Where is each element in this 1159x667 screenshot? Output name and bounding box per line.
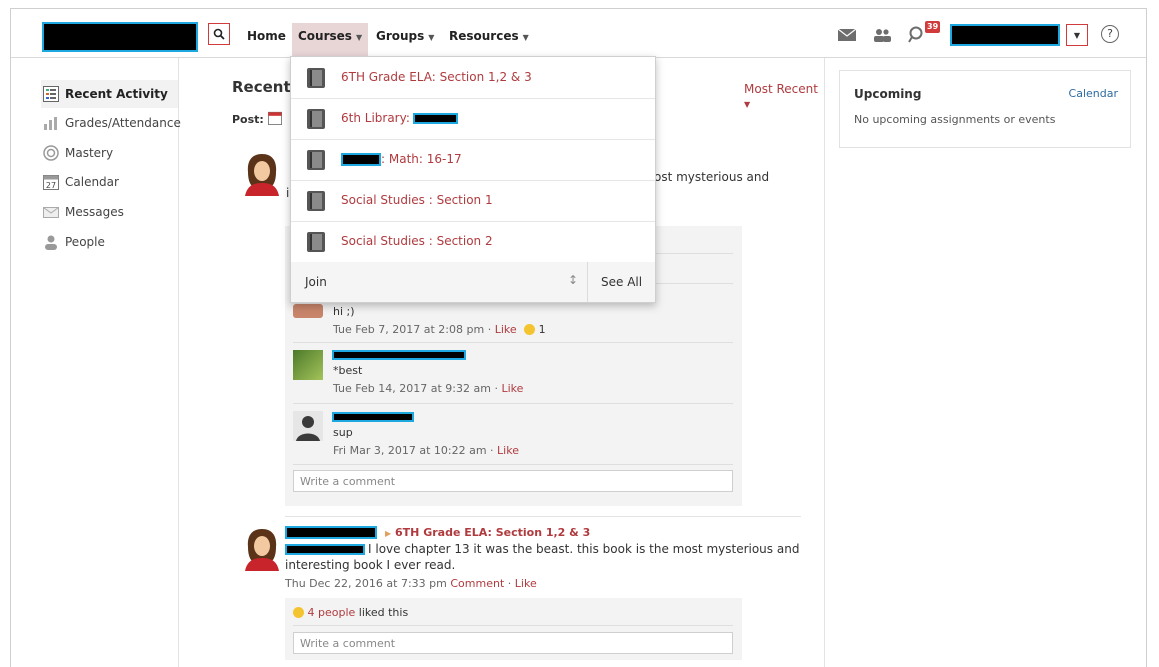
commenter-avatar[interactable] [293,304,323,318]
comment-item: sup Fri Mar 3, 2017 at 10:22 am · Like [293,409,733,459]
course-item[interactable]: 6TH Grade ELA: Section 1,2 & 3 [291,57,655,99]
upcoming-panel: Upcoming Calendar No upcoming assignment… [839,70,1131,148]
like-link[interactable]: Like [501,382,523,395]
messages-icon [43,207,59,218]
post-meta: Thu Dec 22, 2016 at 7:33 pm Comment · Li… [285,577,537,590]
nav-home[interactable]: Home [247,23,286,57]
sidebar-item-recent-activity[interactable]: Recent Activity [41,80,178,108]
user-avatar[interactable] [239,525,285,571]
course-item[interactable]: : Math: 16-17 [291,139,655,181]
search-icon [213,28,225,40]
comment-item: *best Tue Feb 14, 2017 at 9:32 am · Like [293,348,733,398]
course-link[interactable]: 6TH Grade ELA: Section 1,2 & 3 [395,526,590,539]
mastery-icon [43,145,59,161]
sidebar-item-grades-attendance[interactable]: Grades/Attendance [43,109,181,137]
likers-link[interactable]: 4 people [308,606,356,619]
chevron-down-icon: ▼ [355,33,363,42]
commenter-avatar[interactable] [293,350,323,380]
course-item[interactable]: Social Studies : Section 1 [291,180,655,222]
grades-icon [44,117,57,130]
comments-panel: 4 people liked this Write a comment [285,598,742,660]
help-icon[interactable]: ? [1101,25,1119,43]
comment-input[interactable]: Write a comment [293,470,733,492]
school-logo[interactable] [42,22,198,52]
smiley-icon [524,324,536,335]
chevron-down-icon: ▼ [1073,30,1081,40]
post-text: ost mysterious and [654,170,770,184]
like-link[interactable]: Like [497,444,519,457]
chevron-down-icon: ▼ [744,100,751,109]
sidebar-item-people[interactable]: People [43,228,177,256]
arrow-right-icon: ▶ [385,529,392,538]
default-avatar-icon[interactable] [293,411,323,441]
sidebar-item-messages[interactable]: Messages [43,198,177,226]
svg-text:27: 27 [46,181,56,190]
comment-input[interactable]: Write a comment [293,632,733,654]
redacted-text [341,153,381,166]
book-icon [307,68,325,88]
comment-text: sup [333,426,353,439]
notifications-icon[interactable] [908,25,926,46]
courses-dropdown: 6TH Grade ELA: Section 1,2 & 3 6th Libra… [290,56,656,303]
chevron-down-icon: ▼ [428,33,435,42]
book-icon [307,109,325,129]
people-icon [45,235,57,250]
calendar-icon: 27 [43,175,59,190]
see-all-courses-button[interactable]: See All [601,275,642,289]
comment-item: hi ;) Tue Feb 7, 2017 at 2:08 pm · Like … [293,298,733,342]
sort-dropdown[interactable]: Most Recent ▼ [744,82,824,110]
post-text-line2: i [286,186,290,200]
likes-summary: 4 people liked this [293,606,408,619]
book-icon [307,232,325,252]
comment-text: *best [333,364,363,377]
post-author[interactable] [285,526,377,539]
join-course-button[interactable]: Join [305,275,327,289]
course-item[interactable]: 6th Library: [291,98,655,140]
comment-link[interactable]: Comment [450,577,504,590]
user-name[interactable] [950,24,1060,46]
upcoming-title: Upcoming [854,87,922,101]
nav-resources[interactable]: Resources ▼ [449,23,529,57]
book-icon [307,191,325,211]
left-sidebar: Recent Activity Grades/Attendance Master… [11,58,181,667]
like-link[interactable]: Like [515,577,537,590]
notification-count-badge: 39 [925,21,941,33]
dropdown-footer: Join ↕ See All [291,262,655,302]
mentioned-user[interactable] [285,544,365,555]
post-course: ▶ 6TH Grade ELA: Section 1,2 & 3 [385,526,590,539]
recent-activity-icon [43,86,59,102]
user-menu-button[interactable]: ▼ [1066,24,1088,46]
sidebar-item-calendar[interactable]: 27 Calendar [43,168,177,196]
nav-courses[interactable]: Courses ▼ [292,23,369,57]
sort-arrows-icon[interactable]: ↕ [568,273,578,287]
connections-icon[interactable] [873,28,891,45]
commenter-name[interactable] [332,350,466,360]
post-label: Post: [232,113,264,126]
right-column: Upcoming Calendar No upcoming assignment… [824,58,1146,667]
redacted-text [413,113,458,124]
commenter-name[interactable] [332,412,414,422]
smiley-icon [293,607,304,618]
app-window: Home Courses ▼ Groups ▼ Resources ▼ 39 ▼ ? … [10,8,1147,667]
chevron-down-icon: ▼ [522,33,529,42]
user-avatar[interactable] [239,150,285,196]
like-link[interactable]: Like [495,323,517,336]
nav-groups[interactable]: Groups ▼ [376,23,434,57]
sidebar-item-mastery[interactable]: Mastery [43,139,177,167]
course-item[interactable]: Social Studies : Section 2 [291,221,655,263]
book-icon [307,150,325,170]
post-text: I love chapter 13 it was the beast. this… [368,542,800,556]
page-title: Recent [232,78,291,96]
comment-meta: Tue Feb 14, 2017 at 9:32 am · Like [333,382,524,395]
calendar-link[interactable]: Calendar [1069,87,1118,100]
upcoming-empty-text: No upcoming assignments or events [854,113,1056,126]
comment-meta: Tue Feb 7, 2017 at 2:08 pm · Like 1 [333,323,546,336]
post-text-line2: interesting book I ever read. [285,558,456,572]
comment-meta: Fri Mar 3, 2017 at 10:22 am · Like [333,444,519,457]
messages-icon[interactable] [837,28,857,44]
calendar-icon[interactable] [268,111,282,125]
search-button[interactable] [208,23,230,45]
comment-text: hi ;) [333,305,355,318]
top-navigation-bar: Home Courses ▼ Groups ▼ Resources ▼ 39 ▼ ? [11,9,1146,58]
